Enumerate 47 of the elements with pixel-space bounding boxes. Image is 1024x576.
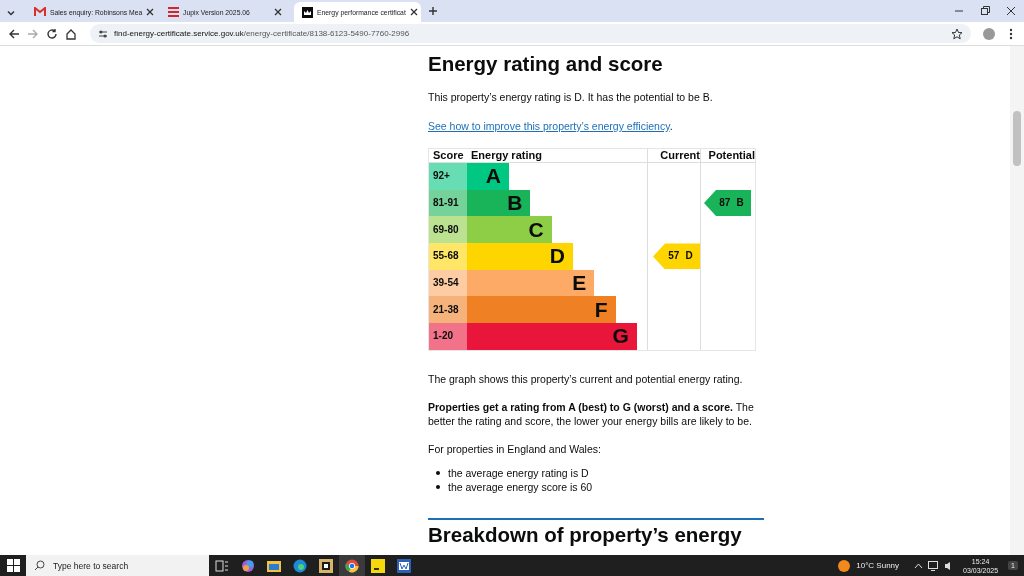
- weather-text[interactable]: 10°C Sunny: [856, 561, 900, 570]
- rating-bar: F: [467, 296, 616, 324]
- profile-avatar[interactable]: [983, 27, 995, 40]
- column-header: Potential: [707, 149, 755, 162]
- rating-bar: E: [467, 269, 595, 297]
- score-range: 69-80: [429, 216, 467, 244]
- chevron-down-icon[interactable]: [6, 8, 16, 18]
- averages-intro: For properties in England and Wales:: [428, 441, 602, 456]
- rating-summary: This property’s energy rating is D. It has the potential to be B.: [428, 90, 714, 104]
- bookmark-star-icon[interactable]: [951, 27, 963, 40]
- search-icon: [34, 560, 45, 571]
- sun-icon: [838, 559, 851, 572]
- score-range: 55-68: [429, 243, 467, 270]
- rating-bar: B: [467, 189, 531, 217]
- average-item: the average energy rating is D: [448, 465, 589, 480]
- score-range: 39-54: [429, 269, 467, 297]
- score-range: 21-38: [429, 296, 467, 324]
- chrome-browser-icon[interactable]: [339, 555, 365, 576]
- close-icon[interactable]: [274, 8, 282, 16]
- section-heading: Breakdown of property’s energy: [428, 523, 743, 546]
- close-icon[interactable]: [146, 8, 155, 16]
- address-bar[interactable]: find-energy-certificate.service.gov.uk/energy-certificate/8138-6123-5490-7760-2996: [90, 24, 971, 43]
- bullet-icon: [436, 470, 440, 475]
- score-range: 92+: [429, 163, 467, 190]
- column-header: Energy rating: [467, 149, 648, 162]
- score-range: 81-91: [429, 189, 467, 217]
- rating-bar: C: [467, 216, 552, 244]
- rating-bar: A: [467, 163, 509, 190]
- site-settings-icon[interactable]: [98, 28, 108, 39]
- graph-caption: The graph shows this property’s current and potential energy rating.: [428, 371, 744, 386]
- taskbar-search-field[interactable]: Type here to search: [26, 555, 209, 576]
- new-tab-icon[interactable]: [428, 6, 438, 16]
- crown-icon: [302, 6, 313, 18]
- score-range: 1-20: [429, 323, 467, 350]
- bullet-icon: [436, 484, 440, 489]
- rating-explanation: Properties get a rating from A (best) to G (worst) and a score. The better the rating and score, the lower your energy bills are likely to be.: [428, 399, 755, 428]
- scrollbar[interactable]: [1010, 46, 1024, 555]
- rating-bar: D: [467, 243, 573, 270]
- improve-efficiency-link[interactable]: See how to improve this property’s energy efficiency: [428, 120, 670, 132]
- column-header: Score: [432, 149, 465, 162]
- column-header: Current: [648, 149, 701, 162]
- rating-bar: G: [467, 323, 637, 350]
- page-heading: Energy rating and score: [428, 52, 664, 76]
- mail-icon: [34, 7, 46, 17]
- bars-icon: [168, 7, 179, 17]
- close-icon[interactable]: [409, 8, 418, 16]
- average-item: the average energy score is 60: [448, 479, 593, 494]
